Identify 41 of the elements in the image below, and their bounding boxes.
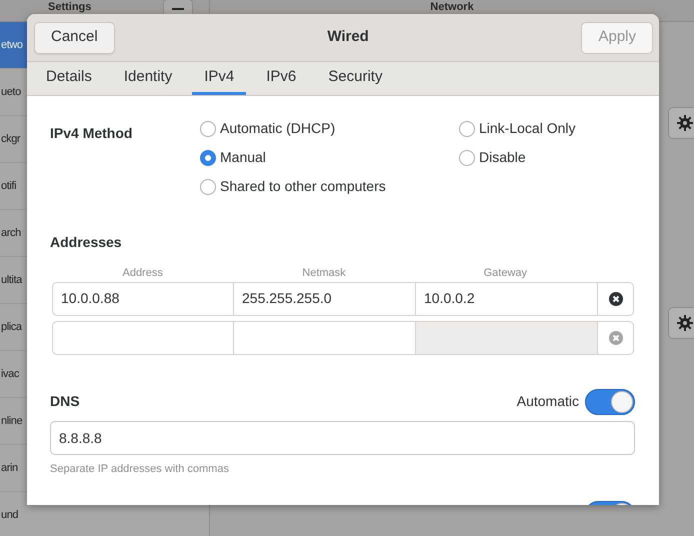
section-label: Addresses <box>50 233 123 252</box>
clear-icon <box>608 292 622 306</box>
cancel-button[interactable]: Cancel <box>34 22 115 54</box>
settings-button[interactable] <box>668 107 694 139</box>
radio-button[interactable] <box>200 178 216 194</box>
dialog-title: Wired <box>327 27 369 48</box>
settings-button[interactable] <box>668 307 694 339</box>
tab[interactable]: Identity <box>112 62 184 95</box>
hint-text: Separate IP addresses with commas <box>50 462 230 476</box>
page-title: Network <box>430 1 474 13</box>
tab[interactable]: IPv4 <box>192 62 246 95</box>
tab[interactable]: Details <box>34 62 104 95</box>
delete-button[interactable] <box>598 282 634 316</box>
radio-button[interactable] <box>200 150 216 166</box>
netmask-field[interactable] <box>234 320 416 354</box>
address-field[interactable] <box>52 320 234 354</box>
radio-label[interactable]: Shared to other computers <box>220 176 386 197</box>
section-label: DNS <box>50 392 80 411</box>
section-label: IPv4 Method <box>50 124 134 143</box>
address-field[interactable]: 10.0.0.88 <box>52 282 234 316</box>
radio-button[interactable] <box>459 150 475 166</box>
radio-label[interactable]: Disable <box>479 147 526 168</box>
gateway-field[interactable]: 10.0.0.2 <box>416 282 598 316</box>
window-title: Settings <box>48 1 92 13</box>
tab[interactable]: IPv6 <box>254 62 308 95</box>
radio-label[interactable]: Manual <box>220 147 266 168</box>
clear-icon <box>608 330 622 344</box>
column-header: Netmask <box>301 266 347 281</box>
radio-label[interactable]: Link-Local Only <box>479 118 576 139</box>
dns-field[interactable]: 8.8.8.8 <box>50 420 635 454</box>
toggle-switch[interactable] <box>585 388 635 414</box>
settings-icon <box>677 115 693 131</box>
column-header: Gateway <box>482 266 528 281</box>
column-header: Address <box>121 266 164 281</box>
tab[interactable]: Security <box>316 62 394 95</box>
netmask-field[interactable]: 255.255.255.0 <box>234 282 416 316</box>
settings-icon <box>677 315 693 331</box>
radio-button[interactable] <box>459 120 475 136</box>
switch-label: Automatic <box>516 392 579 411</box>
radio-label[interactable]: Automatic (DHCP) <box>220 118 336 139</box>
radio-button[interactable] <box>200 120 216 136</box>
